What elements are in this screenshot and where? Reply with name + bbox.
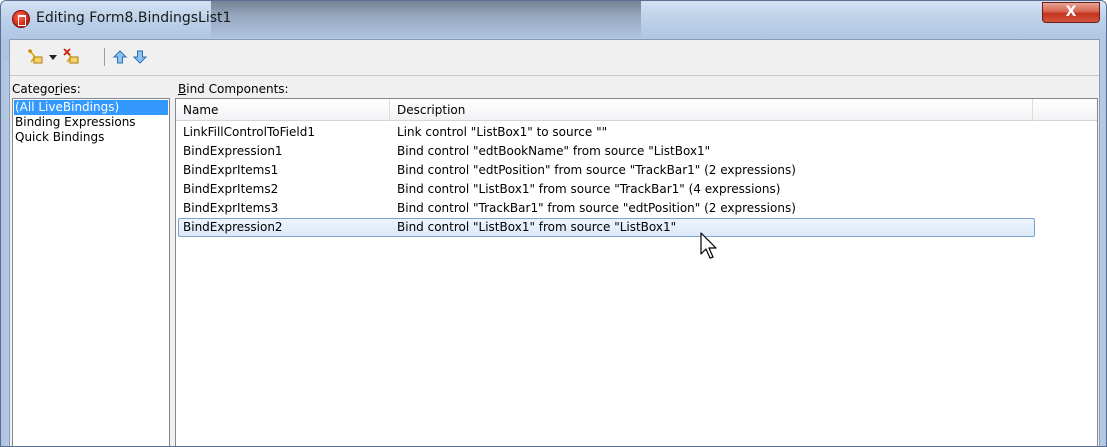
client-area: Categories: Bind Components: (All LiveBi… [9,39,1100,446]
window-title: Editing Form8.BindingsList1 [36,10,232,26]
table-row[interactable]: BindExprItems1 Bind control "edtPosition… [176,161,1097,180]
row-description: Link control "ListBox1" to source "" [397,125,608,139]
row-name: LinkFillControlToField1 [183,125,315,139]
row-description: Bind control "ListBox1" from source "Tra… [397,182,781,196]
list-header: Name Description [176,99,1097,121]
row-name: BindExprItems3 [183,201,279,215]
title-bar[interactable]: Editing Form8.BindingsList1 X [1,1,1106,39]
categories-label: Categories: [12,82,81,96]
row-name: BindExprItems1 [183,163,279,177]
column-header-name[interactable]: Name [176,99,390,121]
app-icon [12,10,30,28]
new-binding-icon[interactable] [26,48,46,66]
row-name: BindExprItems2 [183,182,279,196]
row-description: Bind control "edtPosition" from source "… [397,163,796,177]
categories-list[interactable]: (All LiveBindings) Binding Expressions Q… [12,98,170,446]
row-name: BindExpression2 [183,220,283,234]
dropdown-arrow-icon[interactable] [48,48,58,66]
bind-components-label: Bind Components: [178,82,289,96]
column-header-description[interactable]: Description [390,99,1033,121]
window-frame-left [1,61,9,446]
category-item-all-livebindings[interactable]: (All LiveBindings) [14,100,168,115]
row-description: Bind control "TrackBar1" from source "ed… [397,201,796,215]
delete-binding-icon[interactable] [62,48,82,66]
row-description: Bind control "edtBookName" from source "… [397,144,711,158]
table-row[interactable]: LinkFillControlToField1 Link control "Li… [176,123,1097,142]
move-up-icon[interactable] [111,48,129,66]
title-bar-glass [211,1,641,39]
mouse-pointer-icon [700,232,717,259]
bind-components-list[interactable]: Name Description LinkFillControlToField1… [175,98,1098,446]
toolbar [10,40,1099,76]
editor-window: Editing Form8.BindingsList1 X Categories… [0,0,1107,447]
toolbar-separator [104,48,105,66]
table-row[interactable]: BindExprItems3 Bind control "TrackBar1" … [176,199,1097,218]
category-item-quick-bindings[interactable]: Quick Bindings [14,130,168,145]
move-down-icon[interactable] [131,48,149,66]
table-row[interactable]: BindExpression1 Bind control "edtBookNam… [176,142,1097,161]
table-row-selected[interactable]: BindExpression2 Bind control "ListBox1" … [178,218,1035,237]
row-description: Bind control "ListBox1" from source "Lis… [397,220,677,234]
window-frame-right [1100,39,1106,446]
row-name: BindExpression1 [183,144,283,158]
category-item-binding-expressions[interactable]: Binding Expressions [14,115,168,130]
table-row[interactable]: BindExprItems2 Bind control "ListBox1" f… [176,180,1097,199]
close-button[interactable]: X [1042,2,1100,23]
